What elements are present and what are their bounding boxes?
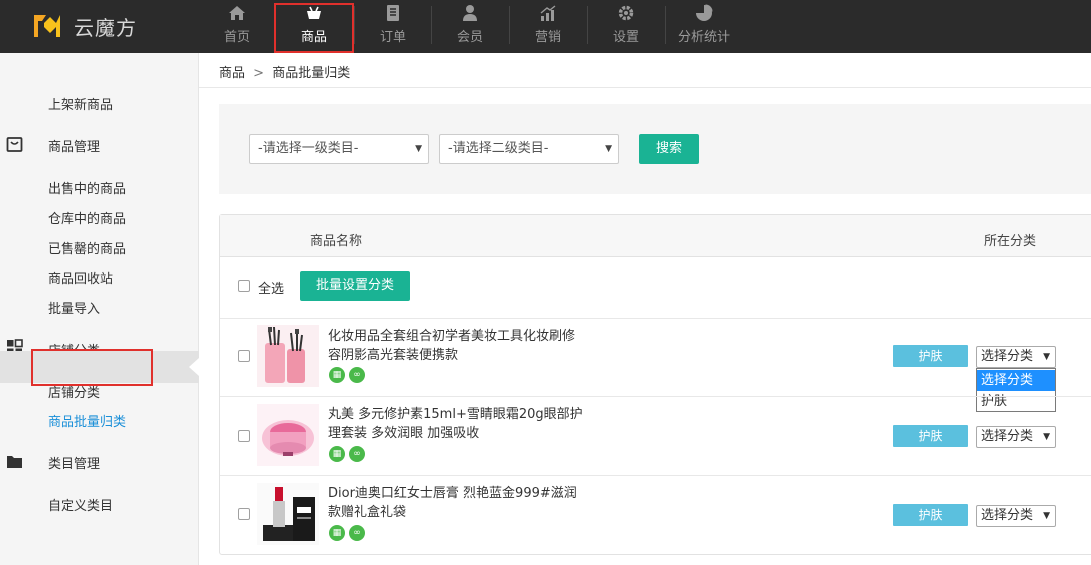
sidebar-group-category-mgmt[interactable]: 类目管理 bbox=[48, 453, 100, 472]
row-checkbox[interactable] bbox=[238, 508, 250, 520]
dropdown-option[interactable]: 选择分类 bbox=[977, 370, 1055, 391]
search-button[interactable]: 搜索 bbox=[639, 134, 699, 164]
qrcode-icon[interactable]: ▦ bbox=[329, 367, 345, 383]
sidebar-item-batch-categorize[interactable]: 商品批量归类 bbox=[48, 411, 126, 430]
qrcode-icon[interactable]: ▦ bbox=[329, 525, 345, 541]
logo-icon bbox=[34, 15, 60, 37]
table-header: 商品名称 所在分类 bbox=[220, 215, 1091, 257]
row-divider bbox=[220, 318, 1091, 319]
home-icon bbox=[229, 6, 245, 20]
sidebar-item-custom-category[interactable]: 自定义类目 bbox=[48, 495, 113, 514]
category-badge: 护肤 bbox=[893, 345, 968, 367]
sidebar-item-on-sale[interactable]: 出售中的商品 bbox=[48, 178, 126, 197]
caret-down-icon: ▼ bbox=[1043, 511, 1050, 521]
nav-home[interactable]: 首页 bbox=[199, 0, 275, 53]
link-icon[interactable]: ∞ bbox=[349, 446, 365, 462]
eye-cream-image bbox=[257, 404, 319, 466]
category-badge: 护肤 bbox=[893, 425, 968, 447]
product-image-brush-set bbox=[257, 325, 319, 387]
sidebar-group-product-mgmt[interactable]: 商品管理 bbox=[48, 136, 100, 155]
batch-set-category-button[interactable]: 批量设置分类 bbox=[300, 271, 410, 301]
caret-down-icon: ▼ bbox=[1043, 432, 1050, 442]
select-all-label: 全选 bbox=[258, 282, 285, 297]
breadcrumb-current: 商品批量归类 bbox=[272, 66, 351, 81]
nav-highlight-box bbox=[274, 3, 354, 53]
product-name[interactable]: Dior迪奥口红女士唇膏 烈艳蓝金999#滋润款赠礼盒礼袋 bbox=[328, 484, 586, 522]
level1-category-select[interactable]: -请选择一级类目- ▼ bbox=[249, 134, 429, 164]
caret-down-icon: ▼ bbox=[605, 144, 612, 154]
nav-orders[interactable]: 订单 bbox=[355, 0, 431, 53]
col-header-category: 所在分类 bbox=[984, 234, 1037, 249]
breadcrumb: 商品 > 商品批量归类 bbox=[219, 62, 350, 81]
product-box-icon bbox=[6, 137, 23, 152]
link-icon[interactable]: ∞ bbox=[349, 367, 365, 383]
brush-set-image bbox=[257, 325, 319, 387]
caret-down-icon: ▼ bbox=[415, 144, 422, 154]
level2-category-select[interactable]: -请选择二级类目- ▼ bbox=[439, 134, 619, 164]
caret-down-icon: ▼ bbox=[1043, 352, 1050, 362]
order-icon bbox=[387, 5, 399, 21]
app-name: 云魔方 bbox=[74, 15, 137, 40]
sidebar-item-in-warehouse[interactable]: 仓库中的商品 bbox=[48, 208, 126, 227]
row-divider bbox=[220, 475, 1091, 476]
breadcrumb-root[interactable]: 商品 bbox=[219, 66, 245, 81]
gear-icon bbox=[618, 5, 634, 21]
pie-chart-icon bbox=[696, 4, 713, 21]
category-badge: 护肤 bbox=[893, 504, 968, 526]
breadcrumb-divider bbox=[199, 87, 1091, 88]
sidebar-item-recycle-bin[interactable]: 商品回收站 bbox=[48, 268, 113, 287]
category-select[interactable]: 选择分类 ▼ bbox=[976, 426, 1056, 448]
breadcrumb-separator: > bbox=[253, 66, 265, 81]
row-checkbox[interactable] bbox=[238, 430, 250, 442]
col-header-name: 商品名称 bbox=[310, 234, 363, 249]
top-bar: 云魔方 首页 商品 订单 会员 营销 设置 分析统计 bbox=[0, 0, 1091, 53]
category-select[interactable]: 选择分类 ▼ bbox=[976, 346, 1056, 368]
nav-marketing[interactable]: 营销 bbox=[510, 0, 586, 53]
nav-settings[interactable]: 设置 bbox=[588, 0, 664, 53]
row-checkbox[interactable] bbox=[238, 350, 250, 362]
nav-members[interactable]: 会员 bbox=[432, 0, 508, 53]
sidebar-item-new-product[interactable]: 上架新商品 bbox=[48, 94, 113, 113]
category-dropdown: 选择分类 护肤 bbox=[976, 368, 1056, 412]
select-all-checkbox[interactable] bbox=[238, 280, 250, 292]
nav-analytics[interactable]: 分析统计 bbox=[666, 0, 742, 53]
marketing-icon bbox=[540, 5, 556, 21]
member-icon bbox=[463, 5, 477, 21]
logo: 云魔方 bbox=[32, 10, 137, 42]
product-name[interactable]: 丸美 多元修护素15ml+雪睛眼霜20g眼部护理套装 多效润眼 加强吸收 bbox=[328, 405, 586, 443]
sidebar-item-sold-out[interactable]: 已售罄的商品 bbox=[48, 238, 126, 257]
lipstick-image bbox=[257, 483, 319, 545]
link-icon[interactable]: ∞ bbox=[349, 525, 365, 541]
product-image-eye-cream bbox=[257, 404, 319, 466]
sidebar-highlight-box bbox=[31, 349, 153, 386]
dropdown-option[interactable]: 护肤 bbox=[977, 391, 1055, 412]
folder-icon bbox=[7, 456, 22, 468]
sidebar-item-batch-import[interactable]: 批量导入 bbox=[48, 298, 100, 317]
qrcode-icon[interactable]: ▦ bbox=[329, 446, 345, 462]
row-divider bbox=[220, 396, 1091, 397]
category-select[interactable]: 选择分类 ▼ bbox=[976, 505, 1056, 527]
product-image-lipstick bbox=[257, 483, 319, 545]
product-table: 商品名称 所在分类 全选 批量设置分类 化妆用品全套组合初学者美妆工具化妆刷修容… bbox=[219, 214, 1091, 555]
sidebar: 上架新商品 商品管理 出售中的商品 仓库中的商品 已售罄的商品 商品回收站 批量… bbox=[0, 53, 199, 565]
sidebar-active-arrow bbox=[189, 358, 199, 376]
product-name[interactable]: 化妆用品全套组合初学者美妆工具化妆刷修容阴影高光套装便携款 bbox=[328, 327, 586, 365]
